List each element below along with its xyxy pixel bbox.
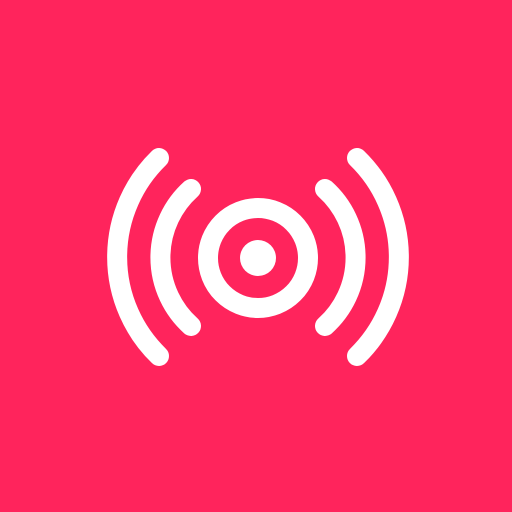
broadcast-app-icon [0,0,512,512]
center-dot [240,240,276,276]
broadcast-icon [0,0,512,512]
